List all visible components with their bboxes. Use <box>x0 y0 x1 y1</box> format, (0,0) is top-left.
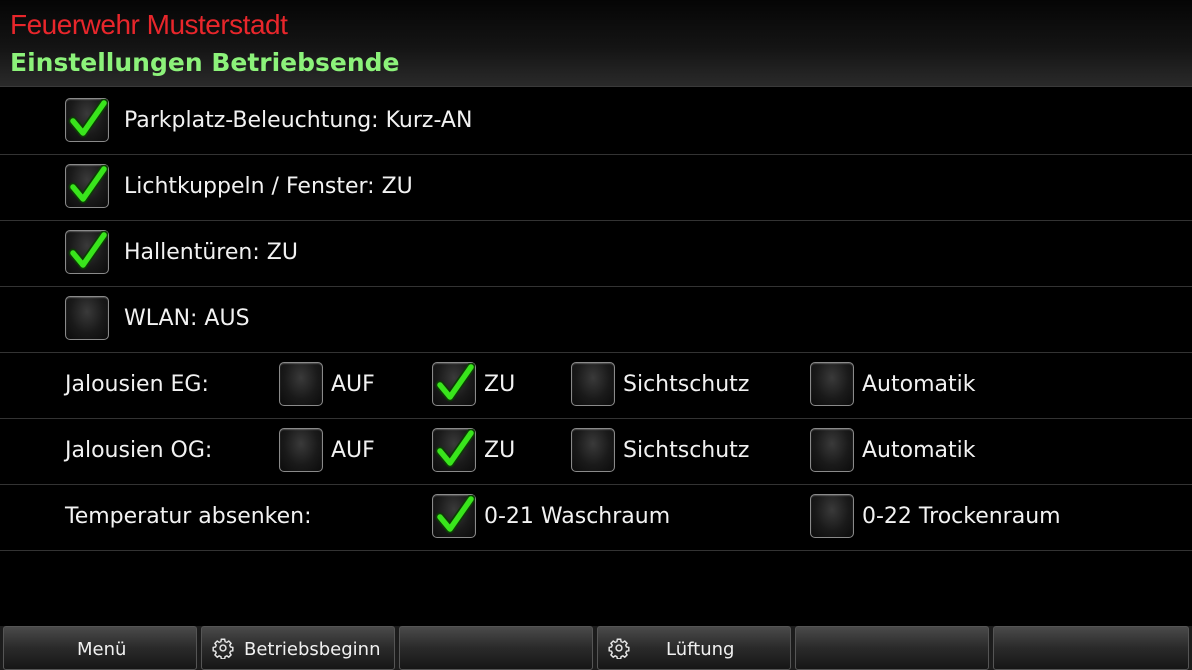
checkbox-hallentueren[interactable] <box>65 230 109 274</box>
label-lichtkuppeln: Lichtkuppeln / Fenster: ZU <box>124 174 413 199</box>
checkmark-icon <box>435 429 475 468</box>
footer-button-empty-1[interactable] <box>399 626 593 670</box>
label-eg-sichtschutz: Sichtschutz <box>623 372 750 397</box>
gear-icon <box>608 638 630 659</box>
page-title: Einstellungen Betriebsende <box>10 48 400 77</box>
checkbox-wlan[interactable] <box>65 296 109 340</box>
footer-button-empty-2[interactable] <box>795 626 989 670</box>
footer-bar: Menü Betriebsbeginn Lüftung <box>0 626 1192 670</box>
label-og-sichtschutz: Sichtschutz <box>623 438 750 463</box>
menu-button-label: Menü <box>77 639 127 660</box>
row-jalousien-eg: Jalousien EG: AUF ZU Sichtschutz Automat… <box>0 352 1192 419</box>
label-hallentueren: Hallentüren: ZU <box>124 240 298 265</box>
label-jalousien-eg: Jalousien EG: <box>65 372 209 397</box>
menu-button[interactable]: Menü <box>3 626 197 670</box>
betriebsbeginn-button-label: Betriebsbeginn <box>244 639 381 660</box>
row-lichtkuppeln: Lichtkuppeln / Fenster: ZU <box>0 154 1192 221</box>
checkmark-icon <box>68 231 108 270</box>
checkbox-lichtkuppeln[interactable] <box>65 164 109 208</box>
label-og-auf: AUF <box>331 438 375 463</box>
checkbox-eg-sichtschutz[interactable] <box>571 362 615 406</box>
checkbox-eg-auf[interactable] <box>279 362 323 406</box>
checkmark-icon <box>435 495 475 534</box>
betriebsbeginn-button[interactable]: Betriebsbeginn <box>201 626 395 670</box>
header: Feuerwehr Musterstadt Einstellungen Betr… <box>0 0 1192 87</box>
checkmark-icon <box>68 165 108 204</box>
label-og-automatik: Automatik <box>862 438 976 463</box>
gear-icon <box>212 638 234 659</box>
label-eg-automatik: Automatik <box>862 372 976 397</box>
label-waschraum: 0-21 Waschraum <box>484 504 671 529</box>
row-temperatur: Temperatur absenken: 0-21 Waschraum 0-22… <box>0 484 1192 551</box>
label-eg-zu: ZU <box>484 372 516 397</box>
label-trockenraum: 0-22 Trockenraum <box>862 504 1061 529</box>
org-name: Feuerwehr Musterstadt <box>10 9 288 40</box>
label-wlan: WLAN: AUS <box>124 306 250 331</box>
checkbox-trockenraum[interactable] <box>810 494 854 538</box>
label-eg-auf: AUF <box>331 372 375 397</box>
lueftung-button-label: Lüftung <box>666 639 735 660</box>
label-temperatur: Temperatur absenken: <box>65 504 312 529</box>
checkbox-parkplatz[interactable] <box>65 98 109 142</box>
row-hallentueren: Hallentüren: ZU <box>0 220 1192 287</box>
label-parkplatz: Parkplatz-Beleuchtung: Kurz-AN <box>124 108 473 133</box>
lueftung-button[interactable]: Lüftung <box>597 626 791 670</box>
checkbox-waschraum[interactable] <box>432 494 476 538</box>
checkbox-eg-zu[interactable] <box>432 362 476 406</box>
checkbox-eg-automatik[interactable] <box>810 362 854 406</box>
row-jalousien-og: Jalousien OG: AUF ZU Sichtschutz Automat… <box>0 418 1192 485</box>
checkbox-og-automatik[interactable] <box>810 428 854 472</box>
checkbox-og-sichtschutz[interactable] <box>571 428 615 472</box>
row-wlan: WLAN: AUS <box>0 286 1192 353</box>
checkmark-icon <box>435 363 475 402</box>
footer-button-empty-3[interactable] <box>993 626 1189 670</box>
checkmark-icon <box>68 99 108 138</box>
checkbox-og-auf[interactable] <box>279 428 323 472</box>
checkbox-og-zu[interactable] <box>432 428 476 472</box>
label-jalousien-og: Jalousien OG: <box>65 438 213 463</box>
row-parkplatz: Parkplatz-Beleuchtung: Kurz-AN <box>0 88 1192 155</box>
label-og-zu: ZU <box>484 438 516 463</box>
